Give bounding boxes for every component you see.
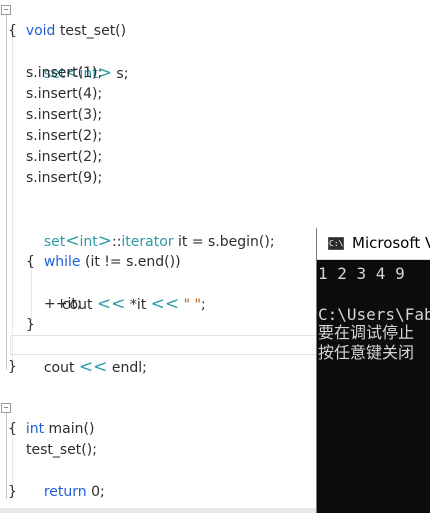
brace: { bbox=[8, 23, 17, 39]
code-line[interactable]: set<int>::iterator it = s.begin(); bbox=[26, 210, 275, 251]
code-text: 0; bbox=[86, 484, 105, 500]
console-path-line: C:\Users\Fab bbox=[318, 305, 430, 324]
code-line[interactable]: } bbox=[8, 357, 17, 378]
code-text: s.insert(4); bbox=[26, 86, 103, 102]
code-line[interactable]: void test_set() bbox=[8, 0, 126, 39]
code-text: main() bbox=[44, 421, 95, 437]
code-line[interactable]: int main() bbox=[8, 398, 95, 437]
code-line[interactable]: { bbox=[26, 252, 35, 273]
horizontal-scrollbar[interactable] bbox=[0, 508, 318, 513]
code-line[interactable]: { bbox=[8, 21, 17, 42]
brace: } bbox=[8, 359, 17, 375]
code-text: ; bbox=[200, 297, 206, 313]
console-message-line: 要在调试停止 bbox=[318, 323, 415, 342]
code-text: *it bbox=[125, 297, 151, 313]
console-app-icon: C:\ bbox=[328, 237, 344, 250]
fold-range-line bbox=[6, 15, 7, 370]
code-line[interactable]: { bbox=[8, 419, 17, 440]
code-text: s; bbox=[111, 66, 129, 82]
code-text: ++it; bbox=[44, 296, 82, 312]
keyword: return bbox=[43, 484, 87, 500]
code-line[interactable]: s.insert(4); bbox=[26, 84, 102, 105]
code-line[interactable]: while (it != s.end()) bbox=[26, 231, 181, 270]
brace: { bbox=[8, 421, 17, 437]
indent-guide bbox=[12, 36, 13, 366]
operator: << bbox=[96, 294, 126, 314]
code-text: s.insert(2); bbox=[26, 128, 103, 144]
brace: { bbox=[26, 254, 35, 270]
code-line[interactable]: s.insert(9); bbox=[26, 168, 102, 189]
console-message-line: 按任意键关闭 bbox=[318, 343, 415, 362]
code-line[interactable]: set<int> s; bbox=[26, 42, 129, 83]
code-line[interactable]: return 0; bbox=[26, 461, 105, 500]
code-text: endl; bbox=[107, 360, 147, 376]
brace: } bbox=[8, 484, 17, 500]
code-line[interactable]: s.insert(2); bbox=[26, 126, 102, 147]
code-line[interactable]: s.insert(2); bbox=[26, 147, 102, 168]
console-titlebar[interactable]: C:\ Microsoft Visual Studio Debug Consol… bbox=[317, 228, 430, 260]
debug-console-window[interactable]: C:\ Microsoft Visual Studio Debug Consol… bbox=[316, 228, 430, 513]
code-text: it = s.begin(); bbox=[173, 234, 275, 250]
code-text: s.insert(9); bbox=[26, 170, 103, 186]
code-line[interactable]: ++it; bbox=[44, 294, 82, 315]
keyword: while bbox=[43, 254, 81, 270]
code-text: cout bbox=[43, 360, 79, 376]
string-literal: " " bbox=[179, 297, 201, 313]
operator: << bbox=[78, 357, 108, 377]
code-line[interactable]: test_set(); bbox=[26, 440, 97, 461]
code-text: test_set(); bbox=[26, 442, 97, 458]
code-line[interactable]: } bbox=[26, 315, 35, 336]
code-line[interactable]: cout << *it << " "; bbox=[44, 273, 206, 314]
code-text: s.insert(1); bbox=[26, 65, 103, 81]
code-text: test_set() bbox=[55, 23, 127, 39]
console-output-line: 1 2 3 4 9 bbox=[318, 264, 405, 283]
code-line[interactable]: s.insert(3); bbox=[26, 105, 102, 126]
code-text: s.insert(2); bbox=[26, 149, 103, 165]
brace: } bbox=[26, 317, 35, 333]
console-title: Microsoft Visual Studio Debug Console bbox=[352, 234, 430, 252]
code-line[interactable]: } bbox=[8, 482, 17, 503]
keyword: int bbox=[25, 421, 45, 437]
keyword: void bbox=[25, 23, 56, 39]
operator: << bbox=[150, 294, 180, 314]
code-text: (it != s.end()) bbox=[80, 254, 181, 270]
code-line[interactable]: cout << endl; bbox=[26, 336, 147, 377]
fold-range-line bbox=[6, 413, 7, 499]
code-line[interactable]: s.insert(1); bbox=[26, 63, 102, 84]
code-text: s.insert(3); bbox=[26, 107, 103, 123]
